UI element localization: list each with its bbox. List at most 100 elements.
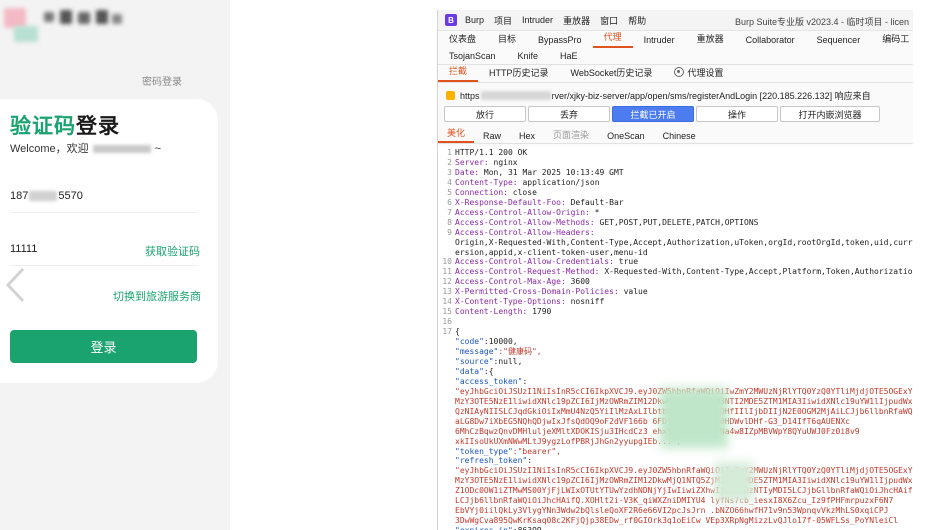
message-view-tabs: 美化 Raw Hex 页面渲染 OneScan Chinese bbox=[438, 128, 913, 144]
request-url-bar: https rver/xjky-biz-server/app/open/sms/… bbox=[438, 87, 913, 104]
tab-hex[interactable]: Hex bbox=[510, 131, 544, 143]
response-editor[interactable]: "expires_in":86399, 3DwWgCva895QwKrKsaq0… bbox=[438, 146, 913, 530]
menu-repeater[interactable]: 重放器 bbox=[563, 14, 590, 27]
tab-websocket-history[interactable]: WebSocket历史记录 bbox=[560, 66, 664, 82]
line-k: X-Permitted-Cross-Domain-Policies: bbox=[455, 287, 619, 297]
drop-button[interactable]: 丢弃 bbox=[528, 106, 610, 122]
line-text: aLG8Dw7iXbEG5NQhQDjwIxJfsQdOQ9oF2dVF166b… bbox=[455, 417, 850, 427]
tab-intruder[interactable]: Intruder bbox=[633, 35, 686, 48]
get-code-button[interactable]: 获取验证码 bbox=[145, 243, 200, 259]
chevron-left-icon[interactable] bbox=[3, 266, 29, 304]
tab-repeater[interactable]: 重放器 bbox=[686, 32, 735, 48]
open-browser-button[interactable]: 打开内嵌浏览器 bbox=[780, 106, 880, 122]
tab-pretty[interactable]: 美化 bbox=[438, 126, 475, 143]
line-number: 1 bbox=[447, 148, 452, 157]
tab-bypasspro[interactable]: BypassPro bbox=[527, 35, 593, 48]
line-k: Connection: bbox=[455, 187, 508, 197]
tab-collaborator[interactable]: Collaborator bbox=[735, 35, 806, 48]
line-text: Access-Control-Max-Age: 3600 bbox=[455, 277, 590, 287]
line-v: Default-Bar bbox=[565, 197, 624, 207]
line-number: 7 bbox=[447, 207, 452, 217]
line-k: Content-Type: bbox=[455, 177, 518, 187]
line-js: Z1ODc0OW1iZTMwMS00YjFjLWIxOTUtYTUwYzdhND… bbox=[455, 486, 913, 496]
line-jv: :86399, bbox=[513, 526, 547, 530]
line-v: * bbox=[589, 207, 600, 217]
line-text: Access-Control-Allow-Credentials: true bbox=[455, 257, 638, 267]
tab-decoder[interactable]: 编码工 bbox=[871, 32, 913, 48]
login-button[interactable]: 登录 bbox=[10, 330, 197, 363]
password-login-link[interactable]: 密码登录 bbox=[142, 73, 182, 88]
menu-project[interactable]: 项目 bbox=[494, 14, 512, 27]
line-k: Access-Control-Allow-Credentials: bbox=[455, 257, 614, 267]
tab-sequencer[interactable]: Sequencer bbox=[806, 35, 872, 48]
window-title: Burp Suite专业版 v2023.4 - 临时项目 - licen bbox=[735, 17, 910, 27]
line-number: 8 bbox=[447, 217, 452, 227]
line-k: Access-Control-Max-Age: bbox=[455, 277, 566, 287]
line-k: Access-Control-Allow-Headers: bbox=[455, 227, 595, 237]
line-v: GET,POST,PUT,DELETE,PATCH,OPTIONS bbox=[594, 217, 759, 227]
tab-render[interactable]: 页面渲染 bbox=[544, 128, 598, 143]
tab-hae[interactable]: HaE bbox=[549, 51, 589, 64]
verification-code-input[interactable]: 11111 bbox=[10, 243, 37, 255]
switch-tourism-provider-link[interactable]: 切换到旅游服务商 bbox=[113, 288, 201, 304]
phone-suffix: 5570 bbox=[58, 190, 83, 202]
action-button[interactable]: 操作 bbox=[696, 106, 778, 122]
tab-chinese[interactable]: Chinese bbox=[654, 131, 705, 143]
line-number: 14 bbox=[442, 297, 452, 307]
line-text: "data":{ bbox=[455, 367, 494, 377]
line-js: 3DwWgCva895QwKrKsaq08c2KFjQjp38EDw_rf0GI… bbox=[455, 516, 899, 526]
line-number: 5 bbox=[447, 187, 452, 197]
menu-burp[interactable]: Burp bbox=[465, 15, 484, 25]
tab-tsojanscan[interactable]: TsojanScan bbox=[438, 51, 507, 64]
tab-proxy[interactable]: 代理 bbox=[592, 30, 633, 48]
phone-prefix: 187 bbox=[10, 190, 29, 202]
proxy-subtabs: 拦截 HTTP历史记录 WebSocket历史记录 代理设置 bbox=[438, 66, 913, 83]
mobile-login-screen: 密码登录 验证码登录 Welcome，欢迎 ~ 187 5570 11111 获取验… bbox=[0, 0, 230, 530]
redacted-token-block bbox=[660, 388, 728, 448]
redacted-token-block bbox=[714, 462, 754, 502]
line-number: 6 bbox=[447, 197, 452, 207]
line-t: ersion,appid,x-client-token-user,menu-id bbox=[455, 247, 648, 257]
tab-intercept[interactable]: 拦截 bbox=[438, 64, 479, 82]
line-text: "access_token": bbox=[455, 377, 527, 387]
line-jk: "access_token" bbox=[455, 376, 523, 386]
intercept-toggle-button[interactable]: 拦截已开启 bbox=[612, 106, 694, 122]
tab-knife[interactable]: Knife bbox=[507, 51, 550, 64]
line-k: X-Content-Type-Options: bbox=[455, 297, 566, 307]
tab-raw[interactable]: Raw bbox=[474, 131, 510, 143]
line-text: EbVYj0iilQkLy3VlygYNn3Wdw2bQlsleQoXF2R6e… bbox=[455, 506, 888, 516]
line-jv: :null, bbox=[493, 356, 523, 366]
line-t: { bbox=[455, 327, 460, 337]
forward-button[interactable]: 放行 bbox=[444, 106, 526, 122]
url-rest: rver/xjky-biz-server/app/open/sms/regist… bbox=[551, 91, 871, 101]
line-k: Access-Control-Allow-Origin: bbox=[455, 207, 590, 217]
intercept-buttons: 放行 丢弃 拦截已开启 操作 打开内嵌浏览器 bbox=[438, 106, 913, 123]
line-js: xkIIsoUkUXmNWwMLtJ9ygzLofPBRjJhGn2yyupgI… bbox=[455, 436, 682, 446]
line-js: "eyJhbGciOiJSUzI1NiIsInR5cCI6IkpXVCJ9.ey… bbox=[455, 466, 913, 476]
line-text: xkIIsoUkUXmNWwMLtJ9ygzLofPBRjJhGn2yyupgI… bbox=[455, 437, 681, 447]
line-text: Content-Type: application/json bbox=[455, 178, 600, 188]
line-k: Content-Length: bbox=[455, 307, 528, 317]
lock-icon bbox=[446, 91, 455, 100]
tab-dashboard[interactable]: 仪表盘 bbox=[438, 32, 487, 48]
line-text: LCJjb6llbnRfaWQiOiJhcHAifQ.XOHlt2i-V3K_q… bbox=[455, 496, 893, 506]
tab-target[interactable]: 目标 bbox=[487, 32, 527, 48]
line-text: ersion,appid,x-client-token-user,menu-id bbox=[455, 248, 648, 258]
gear-icon bbox=[674, 67, 685, 77]
phone-input[interactable]: 187 5570 bbox=[10, 190, 83, 202]
line-k: Date: bbox=[455, 167, 480, 177]
menu-window[interactable]: 窗口 bbox=[600, 14, 618, 27]
burp-suite-window: B Burp 项目 Intruder 重放器 窗口 帮助 Burp Suite专… bbox=[437, 10, 913, 530]
line-jk: "message" bbox=[455, 347, 499, 356]
line-v: nosniff bbox=[565, 297, 605, 307]
tab-onescan[interactable]: OneScan bbox=[598, 131, 654, 143]
line-v: application/json bbox=[517, 177, 600, 187]
menu-intruder[interactable]: Intruder bbox=[522, 15, 553, 25]
line-js: :"健康码", bbox=[498, 347, 542, 356]
tab-proxy-settings[interactable]: 代理设置 bbox=[663, 66, 734, 82]
line-text: "source":null, bbox=[455, 357, 522, 367]
line-js: aLG8Dw7iXbEG5NQhQDjwIxJfsQdOQ9oF2dVF166b… bbox=[455, 416, 850, 426]
menu-help[interactable]: 帮助 bbox=[628, 14, 646, 27]
tab-http-history[interactable]: HTTP历史记录 bbox=[478, 66, 560, 82]
line-text: X-Permitted-Cross-Domain-Policies: value bbox=[455, 287, 648, 297]
